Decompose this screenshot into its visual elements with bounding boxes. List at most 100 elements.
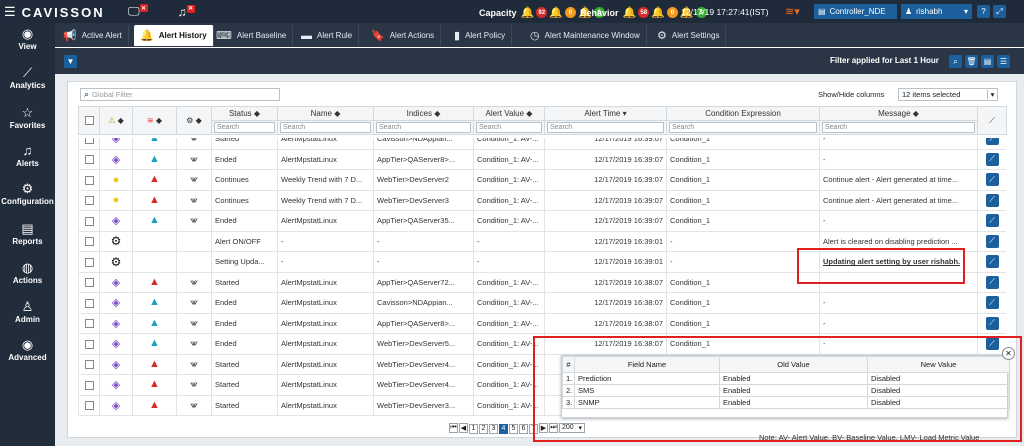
share-icon[interactable]: ⩖ bbox=[190, 174, 198, 185]
sidebar-item-view[interactable]: ◉ View bbox=[0, 26, 55, 51]
row-checkbox[interactable] bbox=[84, 155, 94, 164]
row-checkbox[interactable] bbox=[84, 380, 94, 390]
prev-page-button[interactable]: ◀ bbox=[459, 423, 468, 434]
line-chart-icon[interactable]: ⟋ bbox=[985, 316, 999, 330]
tab-alert-history[interactable]: 🔔 Alert History bbox=[134, 25, 214, 46]
table-row[interactable]: ◈ ▲ ⩖ Ended AlertMpstatLinux AppTier>QAServer… bbox=[78, 312, 1006, 334]
row-select-cell[interactable] bbox=[78, 271, 100, 293]
share-icon[interactable]: ⩖ bbox=[190, 318, 198, 329]
share-icon[interactable]: ⩖ bbox=[190, 277, 198, 288]
capacity-critical-bell[interactable]: 🔔 bbox=[521, 6, 535, 19]
row-checkbox[interactable] bbox=[84, 237, 94, 246]
tab-alert-settings[interactable]: ⚙ Alert Settings bbox=[651, 25, 727, 46]
tab-alert-policy[interactable]: ▮ Alert Policy bbox=[448, 25, 513, 46]
behavior-major-bell[interactable]: 🔔 bbox=[651, 6, 665, 19]
popup-close-icon[interactable]: ✕ bbox=[1002, 347, 1015, 360]
sidebar-item-reports[interactable]: ▤ Reports bbox=[0, 221, 55, 246]
row-checkbox[interactable] bbox=[84, 175, 94, 185]
filter-icon[interactable]: ▼ bbox=[64, 55, 77, 68]
page-button[interactable]: 1 bbox=[469, 423, 478, 434]
column-header-alert-time[interactable]: Alert Time ▾ bbox=[544, 106, 667, 121]
row-select-cell[interactable] bbox=[78, 230, 100, 252]
row-checkbox[interactable] bbox=[84, 401, 94, 410]
row-select-cell[interactable] bbox=[78, 251, 100, 273]
select-all-checkbox[interactable] bbox=[84, 116, 94, 126]
condition-search-input[interactable]: Search bbox=[669, 122, 817, 133]
message-search-input[interactable]: Search bbox=[822, 122, 975, 133]
page-button[interactable]: 6 bbox=[519, 423, 528, 434]
show-hide-columns-select[interactable]: 12 items selected ▾ bbox=[898, 88, 998, 101]
sidebar-item-actions[interactable]: ◍ Actions bbox=[0, 260, 55, 285]
row-checkbox[interactable] bbox=[84, 298, 94, 308]
row-select-cell[interactable] bbox=[78, 353, 100, 375]
global-filter-input[interactable]: ⌕ Global Filter bbox=[80, 88, 280, 101]
tab-alert-baseline[interactable]: ⌨ Alert Baseline bbox=[210, 25, 294, 46]
search-icon[interactable]: ⌕ bbox=[949, 55, 962, 68]
name-search-input[interactable]: Search bbox=[280, 122, 371, 133]
capacity-major-bell[interactable]: 🔔 bbox=[549, 6, 563, 19]
page-button[interactable]: 3 bbox=[489, 423, 498, 434]
line-chart-icon[interactable]: ⟋ bbox=[985, 255, 999, 269]
row-select-cell[interactable] bbox=[78, 292, 100, 314]
select-all-cell[interactable] bbox=[78, 106, 100, 135]
sidebar-item-configuration[interactable]: ⚙ Configuration bbox=[0, 181, 55, 206]
row-checkbox[interactable] bbox=[84, 360, 94, 369]
hamburger-menu-icon[interactable]: ☰ bbox=[4, 4, 16, 20]
page-button[interactable]: 5 bbox=[509, 423, 518, 434]
column-header-message[interactable]: Message ◆ bbox=[819, 106, 978, 121]
row-select-cell[interactable] bbox=[78, 312, 100, 334]
share-icon[interactable]: ⩖ bbox=[190, 138, 198, 144]
column-header-condition-expression[interactable]: Condition Expression bbox=[666, 106, 820, 121]
line-chart-icon[interactable]: ⟋ bbox=[985, 214, 999, 228]
share-icon[interactable]: ⩖ bbox=[190, 297, 198, 308]
type-column-header[interactable]: ≋ ◆ bbox=[132, 106, 177, 135]
row-checkbox[interactable] bbox=[84, 216, 94, 226]
row-checkbox[interactable] bbox=[84, 196, 94, 205]
severity-column-header[interactable]: ⚠ ◆ bbox=[99, 106, 133, 135]
line-chart-icon[interactable]: ⟋ bbox=[985, 234, 999, 248]
behavior-critical-bell[interactable]: 🔔 bbox=[623, 6, 637, 19]
sidebar-item-analytics[interactable]: ⟋ Analytics bbox=[0, 65, 55, 90]
alert-time-search-input[interactable]: Search bbox=[547, 122, 664, 133]
share-icon[interactable]: ⩖ bbox=[190, 154, 198, 165]
indices-search-input[interactable]: Search bbox=[376, 122, 471, 133]
column-header-indices[interactable]: Indices ◆ bbox=[373, 106, 474, 121]
column-header-status[interactable]: Status ◆ bbox=[211, 106, 278, 121]
line-chart-icon[interactable]: ⟋ bbox=[985, 152, 999, 166]
status-search-input[interactable]: Search bbox=[214, 122, 275, 133]
table-row[interactable]: ◈ ▲ ⩖ Ended AlertMpstatLinux AppTier>QAServer… bbox=[78, 148, 1006, 170]
sidebar-item-alerts[interactable]: ♫ Alerts bbox=[0, 143, 55, 168]
row-checkbox[interactable] bbox=[84, 257, 94, 267]
sidebar-item-advanced[interactable]: ◉ Advanced bbox=[0, 337, 55, 362]
table-row[interactable]: ● ▲ ⩖ Continues Weekly Trend with 7 D... WebT… bbox=[78, 189, 1006, 211]
row-checkbox[interactable] bbox=[84, 339, 94, 349]
user-dropdown[interactable]: ♟ rishabh ▾ bbox=[901, 4, 972, 19]
page-button[interactable]: 4 bbox=[499, 423, 508, 434]
row-select-cell[interactable] bbox=[78, 394, 100, 416]
column-header-alert-value[interactable]: Alert Value ◆ bbox=[473, 106, 545, 121]
table-row[interactable]: ● ▲ ⩖ Continues Weekly Trend with 7 D... WebT… bbox=[78, 169, 1006, 191]
share-icon[interactable]: ⩖ bbox=[190, 338, 198, 349]
line-chart-icon[interactable]: ⟋ bbox=[985, 296, 999, 310]
controller-dropdown[interactable]: ▤ Controller_NDE bbox=[814, 4, 897, 19]
line-chart-icon[interactable]: ⟋ bbox=[985, 173, 999, 187]
tab-active-alert[interactable]: 📢 Active Alert bbox=[57, 25, 129, 46]
tab-alert-maintenance-window[interactable]: ◷ Alert Maintenance Window bbox=[524, 25, 647, 46]
row-select-cell[interactable] bbox=[78, 189, 100, 211]
tab-alert-actions[interactable]: 🔖 Alert Actions bbox=[365, 25, 442, 46]
row-select-cell[interactable] bbox=[78, 138, 100, 150]
monitor-icon[interactable]: 🖵✕ bbox=[128, 4, 148, 19]
row-select-cell[interactable] bbox=[78, 169, 100, 191]
sidebar-item-admin[interactable]: ♙ Admin bbox=[0, 299, 55, 324]
sidebar-item-favorites[interactable]: ☆ Favorites bbox=[0, 105, 55, 130]
first-page-button[interactable]: ⏮ bbox=[449, 423, 458, 434]
line-chart-icon[interactable]: ⟋ bbox=[985, 138, 999, 146]
table-row[interactable]: ◈ ▲ ⩖ Started AlertMpstatLinux Cavisson>NDApp… bbox=[78, 138, 1006, 150]
page-button[interactable]: 2 bbox=[479, 423, 488, 434]
line-chart-icon[interactable]: ⟋ bbox=[985, 275, 999, 289]
delete-icon[interactable]: 🗑 bbox=[965, 55, 978, 68]
row-select-cell[interactable] bbox=[78, 374, 100, 396]
row-select-cell[interactable] bbox=[78, 210, 100, 232]
share-icon[interactable]: ⩖ bbox=[190, 215, 198, 226]
row-select-cell[interactable] bbox=[78, 333, 100, 355]
